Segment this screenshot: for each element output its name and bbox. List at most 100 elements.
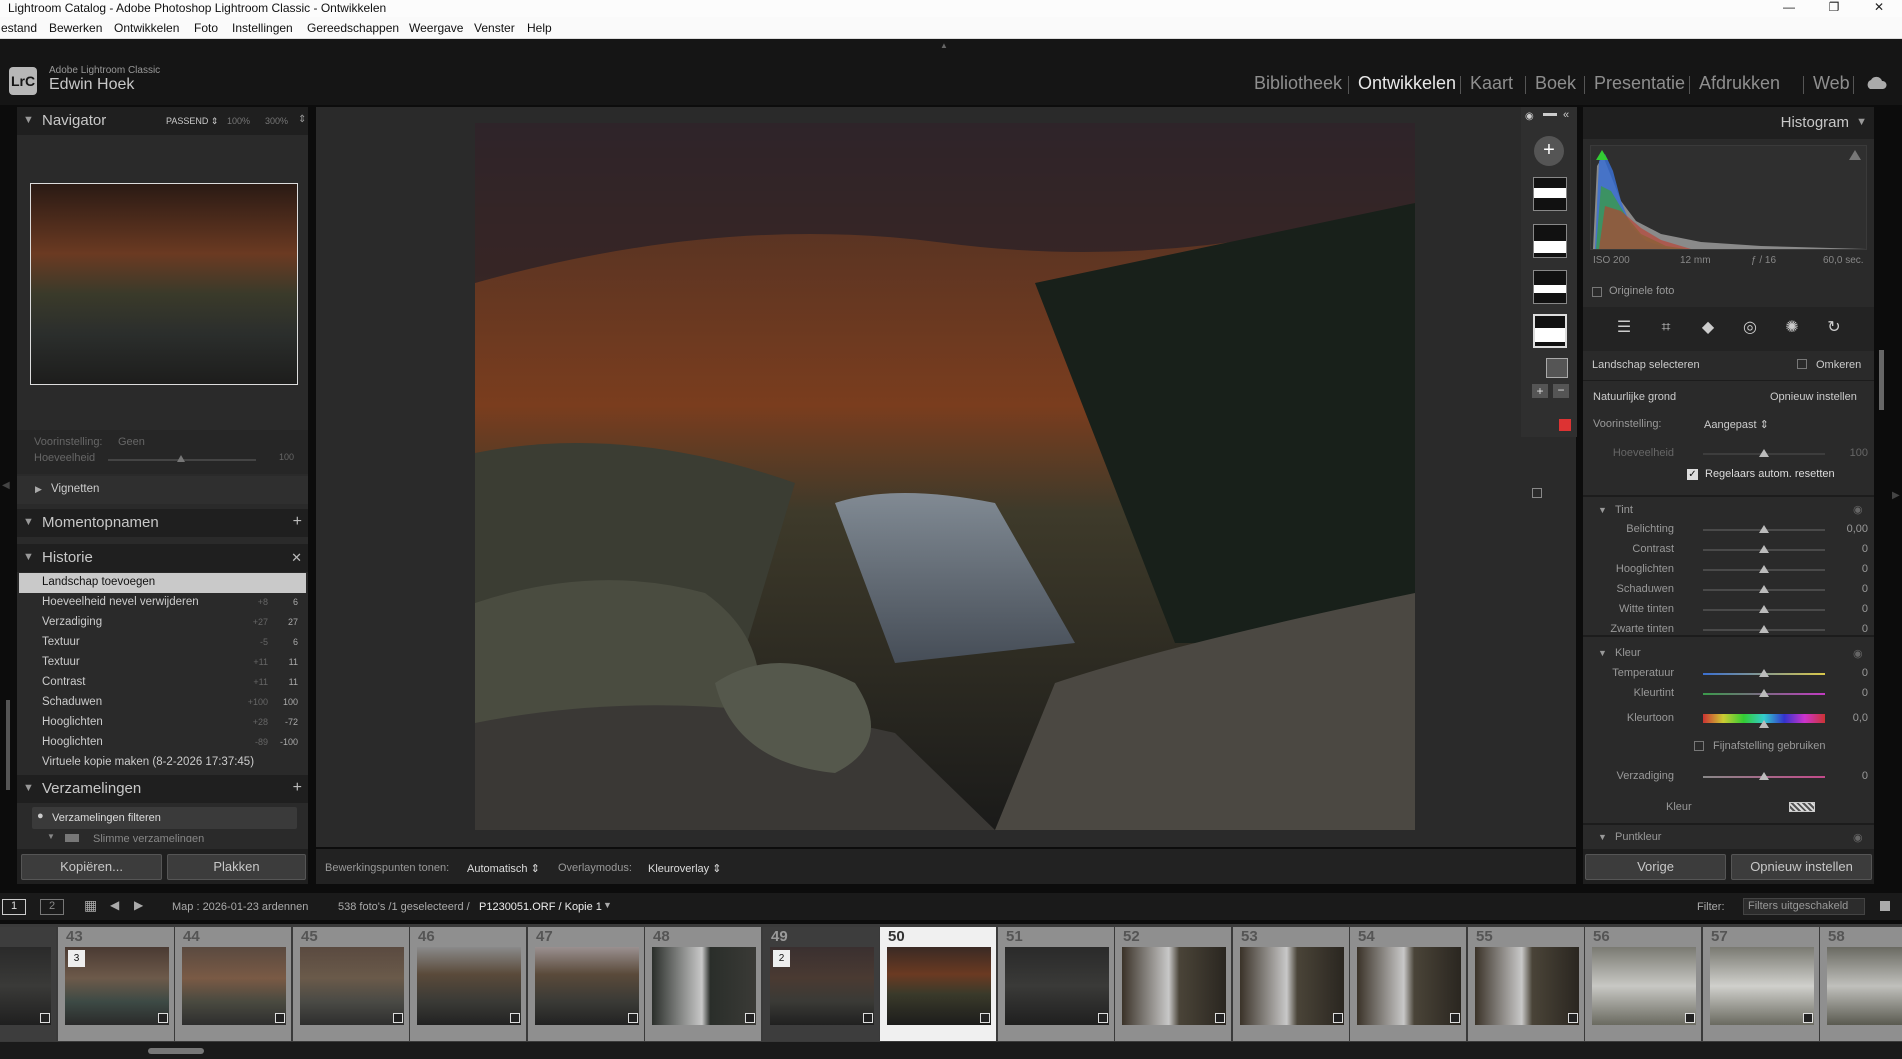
filmstrip-scrollbar[interactable] <box>148 1048 204 1054</box>
module-web[interactable]: Web <box>1813 73 1850 94</box>
slider-knob[interactable] <box>1759 605 1769 613</box>
paste-settings-button[interactable]: Plakken <box>167 854 306 880</box>
collapse-top-icon[interactable]: ▲ <box>940 41 950 50</box>
saturation-slider[interactable]: Verzadiging 0 <box>1583 768 1874 785</box>
filmstrip-cell[interactable]: 58 <box>1820 927 1902 1041</box>
slider-knob[interactable] <box>1759 689 1769 697</box>
mask-thumb-2[interactable] <box>1533 224 1567 258</box>
cloud-icon[interactable] <box>1865 76 1889 90</box>
show-pins-select[interactable]: Automatisch ⇕ <box>467 862 540 875</box>
heal-icon[interactable]: ◆ <box>1697 317 1719 339</box>
filmstrip-cell[interactable]: 47 <box>528 927 644 1041</box>
add-snapshot-button[interactable]: + <box>293 513 302 531</box>
thumbnail[interactable] <box>1475 947 1579 1025</box>
menu-ontwikkelen[interactable]: Ontwikkelen <box>114 21 179 35</box>
auto-reset-checkbox[interactable]: ✓ <box>1687 469 1698 480</box>
grid-icon[interactable]: ▦ <box>84 897 97 914</box>
clear-history-button[interactable]: ✕ <box>291 550 302 566</box>
thumbnail[interactable] <box>1710 947 1814 1025</box>
thumbnail[interactable] <box>535 947 639 1025</box>
show-overlay-checkbox[interactable] <box>1532 488 1542 498</box>
reset-icon[interactable]: ↻ <box>1823 317 1845 339</box>
eye-icon[interactable]: ◉ <box>1853 503 1863 516</box>
sliders-icon[interactable]: ☰ <box>1613 317 1635 339</box>
current-file[interactable]: P1230051.ORF / Kopie 1 <box>479 901 602 913</box>
mask-reset-link[interactable]: Opnieuw instellen <box>1770 391 1857 403</box>
mask-thumb-landscape-active[interactable] <box>1533 314 1567 348</box>
histogram-header[interactable]: Histogram ▼ <box>1583 107 1874 139</box>
filmstrip-cell[interactable]: 49 2 <box>763 927 879 1041</box>
eye-icon[interactable]: ◉ <box>1525 111 1534 122</box>
filmstrip-cell[interactable]: 53 <box>1233 927 1349 1041</box>
close-window-button[interactable]: ✕ <box>1859 0 1899 17</box>
menu-weergave[interactable]: Weergave <box>409 21 463 35</box>
navigator-zoom-100[interactable]: 100% <box>227 116 250 126</box>
filmstrip-cell[interactable]: 51 <box>998 927 1114 1041</box>
overlay-color-swatch[interactable] <box>1559 419 1571 431</box>
history-item[interactable]: Landschap toevoegen <box>19 573 306 593</box>
slider-knob[interactable] <box>1759 525 1769 533</box>
hue-slider[interactable]: Kleurtoon 0,0 <box>1583 710 1874 728</box>
slider-knob[interactable] <box>1759 545 1769 553</box>
menu-gereedschappen[interactable]: Gereedschappen <box>307 21 399 35</box>
add-component-button[interactable]: + <box>1532 384 1548 398</box>
thumbnail[interactable] <box>1357 947 1461 1025</box>
previous-button[interactable]: Vorige <box>1585 854 1726 880</box>
filmstrip-cell[interactable]: 52 <box>1115 927 1231 1041</box>
original-photo-checkbox[interactable] <box>1592 287 1602 297</box>
filmstrip-cell[interactable]: 46 <box>410 927 526 1041</box>
thumbnail[interactable] <box>1592 947 1696 1025</box>
copy-settings-button[interactable]: Kopiëren... <box>21 854 162 880</box>
slider-knob[interactable] <box>1759 669 1769 677</box>
thumbnail[interactable] <box>887 947 991 1025</box>
screen-1-button[interactable]: 1 <box>2 899 26 915</box>
chevron-down-icon[interactable]: ▼ <box>603 900 612 910</box>
thumbnail[interactable] <box>652 947 756 1025</box>
module-ontwikkelen[interactable]: Ontwikkelen <box>1358 73 1456 94</box>
collections-header[interactable]: ▼ Verzamelingen + <box>17 775 308 803</box>
filmstrip-cell[interactable] <box>0 927 56 1041</box>
mask-thumb-1[interactable] <box>1533 177 1567 211</box>
filmstrip-cell[interactable]: 44 <box>175 927 291 1041</box>
smart-collections-row[interactable]: ▼ Slimme verzamelingen <box>17 834 308 842</box>
subtract-component-button[interactable]: − <box>1553 384 1569 398</box>
tone-slider[interactable]: Contrast 0 <box>1583 541 1874 558</box>
history-item[interactable]: Textuur -5 6 <box>19 633 306 653</box>
amount-knob[interactable] <box>177 455 185 462</box>
thumbnail[interactable] <box>300 947 404 1025</box>
masking-icon[interactable]: ✺ <box>1781 317 1803 339</box>
history-item[interactable]: Schaduwen +100 100 <box>19 693 306 713</box>
slider-knob[interactable] <box>1759 565 1769 573</box>
maximize-button[interactable]: ❐ <box>1814 0 1854 17</box>
lock-icon[interactable] <box>1880 901 1890 911</box>
slider-knob[interactable] <box>1759 449 1769 457</box>
tone-slider[interactable]: Witte tinten 0 <box>1583 601 1874 618</box>
thumbnail[interactable] <box>1122 947 1226 1025</box>
thumbnail[interactable] <box>1240 947 1344 1025</box>
shadow-clipping-icon[interactable] <box>1596 150 1608 160</box>
red-eye-icon[interactable]: ◎ <box>1739 317 1761 339</box>
filmstrip-cell[interactable]: 43 3 <box>58 927 174 1041</box>
filmstrip-cell[interactable]: 45 <box>293 927 409 1041</box>
module-boek[interactable]: Boek <box>1535 73 1576 94</box>
collapse-panel-icon[interactable]: « <box>1563 109 1569 121</box>
filmstrip-cell[interactable]: 55 <box>1468 927 1584 1041</box>
mask-preset-select[interactable]: Aangepast ⇕ <box>1704 418 1769 431</box>
menu-foto[interactable]: Foto <box>194 21 218 35</box>
history-item[interactable]: Textuur +11 11 <box>19 653 306 673</box>
eye-icon[interactable]: ◉ <box>1853 647 1863 660</box>
color-swatch[interactable] <box>1789 802 1815 812</box>
thumbnail[interactable] <box>1827 947 1902 1025</box>
thumbnail[interactable] <box>182 947 286 1025</box>
minimize-panel-icon[interactable] <box>1543 113 1557 116</box>
filmstrip-cell[interactable]: 56 <box>1585 927 1701 1041</box>
slider-knob[interactable] <box>1759 720 1769 728</box>
left-panel-collapse-icon[interactable]: ◀ <box>2 480 10 491</box>
highlight-clipping-icon[interactable] <box>1849 150 1861 160</box>
histogram-graph[interactable] <box>1590 145 1867 250</box>
invert-checkbox[interactable] <box>1797 359 1807 369</box>
module-kaart[interactable]: Kaart <box>1470 73 1513 94</box>
temperature-slider[interactable]: Temperatuur 0 <box>1583 665 1874 682</box>
filmstrip-cell[interactable]: 50 <box>880 927 996 1041</box>
folder-path[interactable]: Map : 2026-01-23 ardennen <box>172 901 308 913</box>
